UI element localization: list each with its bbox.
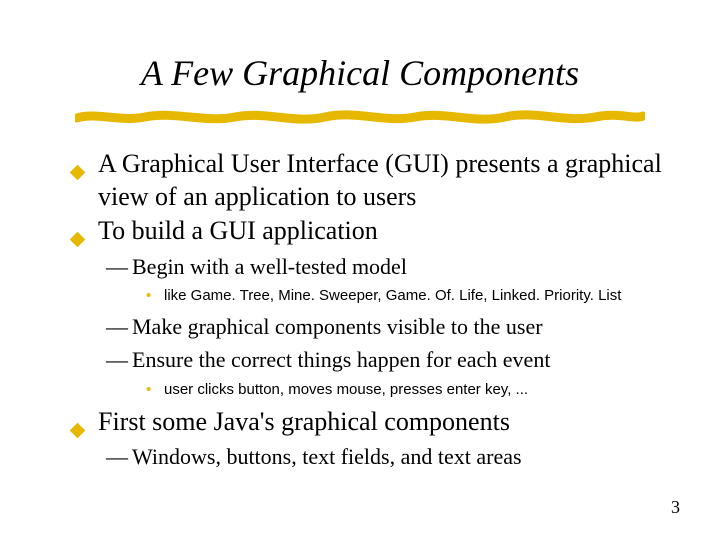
- bullet-text: Make graphical components visible to the…: [132, 314, 543, 339]
- bullet-text: To build a GUI application: [98, 216, 378, 245]
- dash-icon: —: [106, 345, 128, 375]
- diamond-icon: [72, 221, 83, 254]
- dash-icon: —: [106, 252, 128, 282]
- bullet-text: Windows, buttons, text fields, and text …: [132, 444, 522, 469]
- bullet-text: First some Java's graphical components: [98, 407, 510, 436]
- bullet-text: Ensure the correct things happen for eac…: [132, 347, 550, 372]
- title-underline: [75, 106, 645, 128]
- bullet-text: like Game. Tree, Mine. Sweeper, Game. Of…: [164, 287, 621, 304]
- bullet-level1: To build a GUI application: [72, 215, 672, 248]
- dash-icon: —: [106, 312, 128, 342]
- bullet-level2: — Make graphical components visible to t…: [72, 312, 672, 342]
- bullet-text: A Graphical User Interface (GUI) present…: [98, 149, 662, 211]
- bullet-level2: — Ensure the correct things happen for e…: [72, 345, 672, 375]
- slide-body: A Graphical User Interface (GUI) present…: [72, 148, 672, 472]
- bullet-text: Begin with a well-tested model: [132, 254, 407, 279]
- diamond-icon: [72, 412, 83, 445]
- bullet-level1: First some Java's graphical components: [72, 406, 672, 439]
- bullet-level3: • user clicks button, moves mouse, press…: [72, 379, 672, 402]
- page-number: 3: [671, 497, 680, 518]
- bullet-level3: • like Game. Tree, Mine. Sweeper, Game. …: [72, 285, 672, 308]
- bullet-level2: — Begin with a well-tested model: [72, 252, 672, 282]
- bullet-text: user clicks button, moves mouse, presses…: [164, 381, 528, 398]
- dash-icon: —: [106, 442, 128, 472]
- dot-icon: •: [146, 285, 151, 308]
- bullet-level1: A Graphical User Interface (GUI) present…: [72, 148, 672, 213]
- bullet-level2: — Windows, buttons, text fields, and tex…: [72, 442, 672, 472]
- slide: A Few Graphical Components A Graphical U…: [0, 0, 720, 540]
- dot-icon: •: [146, 379, 151, 402]
- diamond-icon: [72, 154, 83, 187]
- slide-title: A Few Graphical Components: [0, 52, 720, 94]
